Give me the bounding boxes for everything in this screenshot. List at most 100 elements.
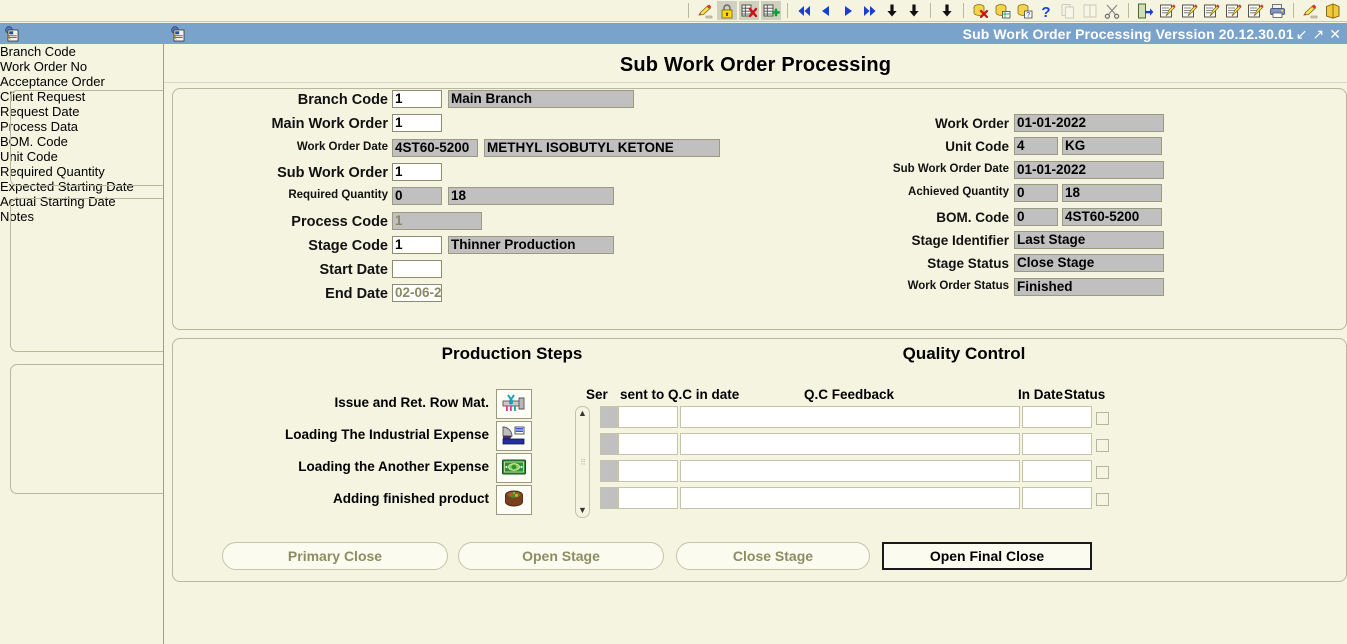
field-achieved-quantity-desc: 18: [1062, 184, 1162, 202]
qc-vertical-scrollbar[interactable]: ▲ ⠿ ▼: [575, 406, 590, 518]
edit-3-icon[interactable]: [1201, 1, 1221, 20]
qc-cell-status-checkbox[interactable]: [1096, 466, 1109, 479]
background-label: Work Order No: [0, 59, 88, 74]
label-process-code: Process Code: [291, 214, 388, 230]
label-stage-identifier: Stage Identifier: [911, 233, 1009, 248]
qc-cell-status-checkbox[interactable]: [1096, 412, 1109, 425]
app-icon-background-window: [5, 25, 19, 41]
field-stage-code-code[interactable]: 1: [392, 236, 442, 254]
exit-icon[interactable]: [1135, 1, 1155, 20]
field-branch-code-code[interactable]: 1: [392, 90, 442, 108]
last-record-icon[interactable]: [860, 1, 880, 20]
open-final-close-button[interactable]: Open Final Close: [882, 542, 1092, 570]
field-start-date-code[interactable]: [392, 260, 442, 278]
label-stage-code: Stage Code: [308, 238, 388, 254]
field-work-order-date-code[interactable]: 4ST60-5200: [392, 139, 478, 157]
cut-icon[interactable]: [1102, 1, 1122, 20]
edit-5-icon[interactable]: [1245, 1, 1265, 20]
label-achieved-quantity: Achieved Quantity: [908, 186, 1009, 198]
enter-query-icon[interactable]: [992, 1, 1012, 20]
qc-cell-feedback[interactable]: [680, 487, 1020, 509]
edit-2-icon[interactable]: [1179, 1, 1199, 20]
qc-scroll-grip[interactable]: ⠿: [580, 458, 586, 466]
delete-record-icon[interactable]: [739, 1, 759, 20]
field-sub-work-order-date: 01-01-2022: [1014, 161, 1164, 179]
qc-column-header: Ser: [586, 387, 608, 402]
production-steps-title: Production Steps: [441, 344, 583, 363]
qc-column-header: sent to Q.C in date: [620, 387, 740, 402]
pencil-edit-icon[interactable]: [695, 1, 715, 20]
qc-cell-feedback[interactable]: [680, 406, 1020, 428]
svg-text:?: ?: [1041, 4, 1050, 19]
clear-query-icon[interactable]: [970, 1, 990, 20]
page-title: Sub Work Order Processing: [619, 54, 892, 76]
maximize-window-icon[interactable]: ↗: [1313, 27, 1325, 41]
qc-cell-feedback[interactable]: [680, 460, 1020, 482]
qc-cell-status-checkbox[interactable]: [1096, 439, 1109, 452]
close-stage-button[interactable]: Close Stage: [676, 542, 870, 570]
notes-icon[interactable]: [1322, 1, 1342, 20]
qc-cell-in-date[interactable]: [1022, 433, 1092, 455]
label-bom-code: BOM. Code: [936, 210, 1009, 225]
edit-1-icon[interactable]: [1157, 1, 1177, 20]
qc-column-header: Status: [1064, 387, 1106, 402]
label-end-date: End Date: [325, 286, 388, 302]
field-sub-work-order-code[interactable]: 1: [392, 163, 442, 181]
quality-control-title: Quality Control: [902, 344, 1026, 363]
field-process-code-code[interactable]: 1: [392, 212, 482, 230]
qc-cell-sent-to-qc[interactable]: [618, 460, 678, 482]
step-button-loading-industrial-expense[interactable]: [496, 421, 532, 451]
qc-cell-ser: [600, 460, 618, 482]
top-toolbar: ??: [0, 0, 1347, 22]
print-icon[interactable]: [1267, 1, 1287, 20]
qc-cell-in-date[interactable]: [1022, 460, 1092, 482]
copy-icon[interactable]: [1058, 1, 1078, 20]
step-label-issue-return-raw-material: Issue and Ret. Row Mat.: [334, 395, 489, 410]
app-icon-active-window: [171, 25, 185, 41]
eraser-icon[interactable]: [1300, 1, 1320, 20]
toolbar-separator: [963, 3, 964, 18]
field-stage-code-desc: Thinner Production: [448, 236, 614, 254]
qc-cell-ser: [600, 406, 618, 428]
label-sub-work-order: Sub Work Order: [277, 165, 388, 181]
label-start-date: Start Date: [319, 262, 389, 278]
field-end-date-code[interactable]: 02-06-2022: [392, 284, 442, 302]
down-arrow-icon[interactable]: [882, 1, 902, 20]
window-controls: ↙ ↗ ✕: [1296, 27, 1347, 41]
qc-cell-status-checkbox[interactable]: [1096, 493, 1109, 506]
down-arrow-2-icon[interactable]: [904, 1, 924, 20]
execute-query-icon[interactable]: ?: [1014, 1, 1034, 20]
edit-4-icon[interactable]: [1223, 1, 1243, 20]
background-panel-3: [10, 364, 163, 494]
field-main-work-order-code[interactable]: 1: [392, 114, 442, 132]
paste-icon[interactable]: [1080, 1, 1100, 20]
down-arrow-3-icon[interactable]: [937, 1, 957, 20]
qc-cell-sent-to-qc[interactable]: [618, 433, 678, 455]
next-record-icon[interactable]: [838, 1, 858, 20]
field-required-quantity-code[interactable]: 0: [392, 187, 442, 205]
step-button-loading-another-expense[interactable]: [496, 453, 532, 483]
lock-icon[interactable]: [717, 1, 737, 20]
step-button-adding-finished-product[interactable]: [496, 485, 532, 515]
primary-close-button[interactable]: Primary Close: [222, 542, 448, 570]
close-window-icon[interactable]: ✕: [1329, 27, 1341, 41]
previous-record-icon[interactable]: [816, 1, 836, 20]
first-record-icon[interactable]: [794, 1, 814, 20]
qc-cell-sent-to-qc[interactable]: [618, 487, 678, 509]
qc-cell-sent-to-qc[interactable]: [618, 406, 678, 428]
restore-window-icon[interactable]: ↙: [1296, 27, 1308, 41]
qc-cell-feedback[interactable]: [680, 433, 1020, 455]
add-record-icon[interactable]: [761, 1, 781, 20]
qc-scroll-up-arrow[interactable]: ▲: [578, 407, 587, 420]
step-button-issue-return-raw-material[interactable]: [496, 389, 532, 419]
main-window: Sub Work Order Processing Branch Code 1 Ma…: [164, 44, 1347, 644]
background-label: Acceptance Order: [0, 74, 105, 89]
qc-cell-in-date[interactable]: [1022, 487, 1092, 509]
qc-cell-in-date[interactable]: [1022, 406, 1092, 428]
background-label: Branch Code: [0, 44, 76, 59]
help-icon[interactable]: ?: [1036, 1, 1056, 20]
field-branch-code-desc: Main Branch: [448, 90, 634, 108]
qc-column-header: Q.C Feedback: [804, 387, 895, 402]
open-stage-button[interactable]: Open Stage: [458, 542, 664, 570]
qc-scroll-down-arrow[interactable]: ▼: [578, 504, 587, 517]
